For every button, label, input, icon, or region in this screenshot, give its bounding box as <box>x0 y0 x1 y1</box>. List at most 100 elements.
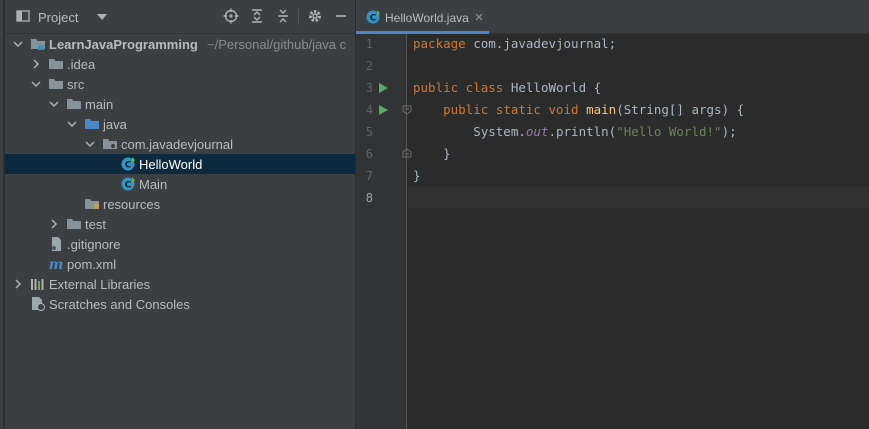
folder-icon <box>49 59 63 69</box>
code-text: HelloWorld { <box>503 80 602 95</box>
tree-item-label: java <box>103 117 127 132</box>
code-text: com.javadevjournal; <box>465 36 617 51</box>
chevron-right-icon[interactable] <box>48 218 60 230</box>
expand-all-icon[interactable] <box>249 8 265 24</box>
chevron-down-icon[interactable] <box>95 11 109 23</box>
close-icon[interactable] <box>473 11 485 23</box>
gear-icon[interactable] <box>307 8 323 24</box>
tree-item-test[interactable]: test <box>5 214 355 234</box>
libraries-icon <box>31 279 44 290</box>
tree-item-label: .gitignore <box>67 237 121 252</box>
hide-icon[interactable] <box>333 8 349 24</box>
chevron-down-icon[interactable] <box>48 98 60 110</box>
line-number: 2 <box>365 59 373 73</box>
current-line-highlight <box>408 187 869 208</box>
tree-item-src[interactable]: src <box>5 74 355 94</box>
tree-item-main[interactable]: main <box>5 94 355 114</box>
chevron-right-icon[interactable] <box>12 278 24 290</box>
keyword: public static void <box>443 102 579 117</box>
package-icon <box>103 139 117 149</box>
tree-item-external-libraries[interactable]: External Libraries <box>5 274 355 294</box>
code-line-7[interactable]: } <box>413 166 421 188</box>
line-number: 5 <box>365 125 373 139</box>
tree-item-label: .idea <box>67 57 96 72</box>
tree-item-label: com.javadevjournal <box>121 137 234 152</box>
code-line-6[interactable]: } <box>413 144 451 166</box>
string-literal: "Hello World!" <box>616 124 722 139</box>
tree-item-label: main <box>85 97 114 112</box>
tree-item-scratches[interactable]: Scratches and Consoles <box>5 294 355 314</box>
tree-item-gitignore[interactable]: .gitignore <box>5 234 355 254</box>
java-class-icon: C <box>121 157 135 171</box>
tree-item-pom[interactable]: m pom.xml <box>5 254 355 274</box>
code-text: System. <box>413 124 526 139</box>
code-text: ); <box>721 124 737 139</box>
tree-item-label: Scratches and Consoles <box>49 297 190 312</box>
svg-text:m: m <box>49 257 64 272</box>
project-panel-title[interactable]: Project <box>38 10 78 25</box>
svg-text:C: C <box>125 181 132 191</box>
code-line-3[interactable]: public class HelloWorld { <box>413 78 601 100</box>
chevron-down-icon[interactable] <box>12 38 24 50</box>
folder-icon <box>67 99 81 109</box>
code-editor[interactable]: C HelloWorld.java 1 2 3 4 5 6 7 8 packag… <box>356 0 869 429</box>
code-text: } <box>413 168 421 183</box>
project-panel-header: Project <box>5 0 355 34</box>
tree-item-resources[interactable]: resources <box>5 194 355 214</box>
code-text: .println( <box>548 124 617 139</box>
java-class-icon: C <box>121 177 135 191</box>
java-class-icon: C <box>366 10 380 24</box>
run-main-icon[interactable] <box>378 105 388 115</box>
chevron-right-icon[interactable] <box>30 58 42 70</box>
keyword: public class <box>413 80 504 95</box>
project-view-icon[interactable] <box>15 8 31 24</box>
svg-text:C: C <box>125 161 132 171</box>
tree-item-label: pom.xml <box>67 257 117 272</box>
tree-item-java[interactable]: java <box>5 114 355 134</box>
locate-icon[interactable] <box>223 8 239 24</box>
project-path: ~/Personal/github/java c <box>207 37 347 52</box>
tree-item-label: Main <box>139 177 168 192</box>
tool-window-strip <box>0 0 4 429</box>
tree-item-label: External Libraries <box>49 277 151 292</box>
code-line-5[interactable]: System.out.println("Hello World!"); <box>413 122 737 144</box>
fold-marker-icon[interactable] <box>402 105 412 115</box>
gitignore-file-icon <box>52 237 61 251</box>
chevron-down-icon[interactable] <box>66 118 78 130</box>
tree-item-label: LearnJavaProgramming <box>49 37 198 52</box>
line-number: 1 <box>365 37 373 51</box>
tree-item-helloworld[interactable]: C HelloWorld <box>5 154 355 174</box>
run-class-icon[interactable] <box>378 83 388 93</box>
line-number: 8 <box>365 191 373 205</box>
header-divider <box>298 9 299 25</box>
resources-folder-icon <box>85 199 99 209</box>
code-line-1[interactable]: package com.javadevjournal; <box>413 34 616 56</box>
folder-icon <box>67 219 81 229</box>
static-field: out <box>525 124 549 139</box>
line-number: 6 <box>365 147 373 161</box>
line-number: 3 <box>365 81 373 95</box>
tree-item-label: HelloWorld <box>139 157 203 172</box>
source-folder-icon <box>85 119 99 129</box>
chevron-down-icon[interactable] <box>30 78 42 90</box>
code-text: (String[] args) { <box>616 102 745 117</box>
line-number: 7 <box>365 169 373 183</box>
tree-item-learnjavaprogramming[interactable]: LearnJavaProgramming ~/Personal/github/j… <box>5 34 355 54</box>
editor-tab-bar: C HelloWorld.java <box>356 0 869 34</box>
collapse-all-icon[interactable] <box>275 8 291 24</box>
project-panel: Project LearnJavaProgramming ~/Personal/… <box>5 0 355 429</box>
tab-helloworld-java[interactable]: C HelloWorld.java <box>356 0 489 34</box>
tree-item-label: resources <box>103 197 161 212</box>
code-line-4[interactable]: public static void main(String[] args) { <box>413 100 744 122</box>
folder-icon <box>49 79 63 89</box>
fold-marker-icon[interactable] <box>402 148 412 158</box>
chevron-down-icon[interactable] <box>84 138 96 150</box>
scratches-icon <box>32 297 45 311</box>
tree-item-idea[interactable]: .idea <box>5 54 355 74</box>
tab-label: HelloWorld.java <box>385 11 469 25</box>
tree-item-package[interactable]: com.javadevjournal <box>5 134 355 154</box>
tree-item-label: test <box>85 217 106 232</box>
module-folder-icon <box>31 39 45 50</box>
tree-item-main-class[interactable]: C Main <box>5 174 355 194</box>
